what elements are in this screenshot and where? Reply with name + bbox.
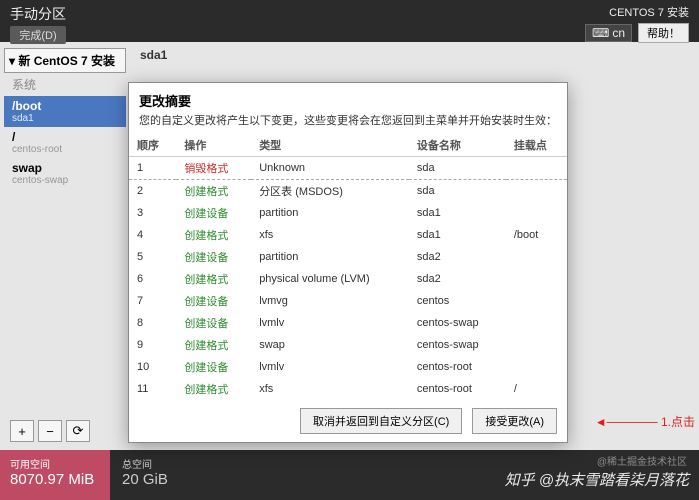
table-row[interactable]: 9创建格式swapcentos-swap [129,334,567,356]
dialog-desc: 您的自定义更改将产生以下变更，这些变更将会在您返回到主菜单并开始安装时生效： [129,112,567,134]
install-title: CENTOS 7 安装 [609,4,689,20]
table-row[interactable]: 2创建格式分区表 (MSDOS)sda [129,180,567,203]
table-row[interactable]: 7创建设备lvmvgcentos [129,290,567,312]
tree-system-label: 系统 [4,73,126,96]
annotation-arrow: ◄────── 1.点击 [595,413,695,430]
dialog-title: 更改摘要 [129,83,567,112]
top-bar: 手动分区 完成(D) CENTOS 7 安装 ⌨ cn 帮助！ [0,0,699,42]
tree-item-root[interactable]: / centos-root [4,127,126,158]
table-row[interactable]: 6创建格式physical volume (LVM)sda2 [129,268,567,290]
col-header: 类型 [251,134,409,157]
tree-item-swap[interactable]: swap centos-swap [4,158,126,189]
col-header: 顺序 [129,134,176,157]
table-row[interactable]: 8创建设备lvmlvcentos-swap [129,312,567,334]
page-title: 手动分区 [10,4,66,24]
keyboard-icon: ⌨ [592,26,609,40]
space-footer: 可用空间 8070.97 MiB 总空间 20 GiB [0,450,699,500]
remove-button[interactable]: − [38,420,62,442]
refresh-button[interactable]: ⟳ [66,420,90,442]
help-button[interactable]: 帮助！ [638,23,689,43]
table-row[interactable]: 10创建设备lvmlvcentos-root [129,356,567,378]
table-row[interactable]: 3创建设备partitionsda1 [129,202,567,224]
add-button[interactable]: + [10,420,34,442]
cancel-button[interactable]: 取消并返回到自定义分区(C) [300,408,462,434]
total-space: 总空间 20 GiB [112,450,222,500]
tree-header[interactable]: ▾ 新 CentOS 7 安装 [4,48,126,73]
mount-header: sda1 [140,48,689,62]
accept-button[interactable]: 接受更改(A) [472,408,557,434]
summary-dialog: 更改摘要 您的自定义更改将产生以下变更，这些变更将会在您返回到主菜单并开始安装时… [128,82,568,443]
keyboard-lang: cn [612,26,625,40]
col-header: 操作 [176,134,251,157]
tree-item-boot[interactable]: /boot sda1 [4,96,126,127]
partition-sidebar: ▾ 新 CentOS 7 安装 系统 /boot sda1 / centos-r… [0,42,130,450]
available-space: 可用空间 8070.97 MiB [0,450,110,500]
col-header: 设备名称 [409,134,506,157]
table-row[interactable]: 5创建设备partitionsda2 [129,246,567,268]
keyboard-indicator[interactable]: ⌨ cn [585,24,632,42]
partition-toolbar: + − ⟳ [10,420,90,442]
table-row[interactable]: 4创建格式xfssda1/boot [129,224,567,246]
changes-table: 顺序操作类型设备名称挂载点 1销毁格式Unknownsda2创建格式分区表 (M… [129,134,567,400]
table-row[interactable]: 11创建格式xfscentos-root/ [129,378,567,400]
table-row[interactable]: 1销毁格式Unknownsda [129,157,567,180]
col-header: 挂载点 [506,134,567,157]
